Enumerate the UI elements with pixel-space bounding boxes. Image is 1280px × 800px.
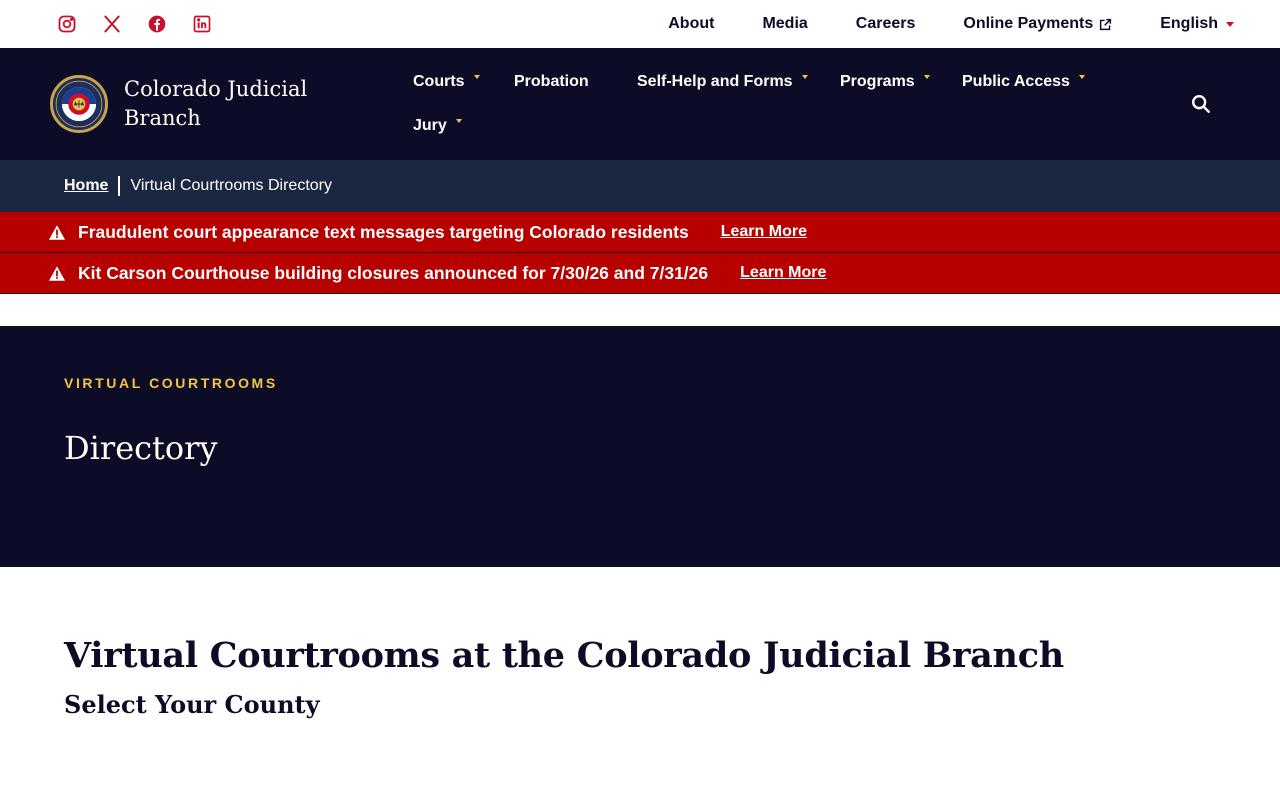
x-twitter-icon[interactable] [101,13,123,35]
social-links [56,13,236,35]
language-label: English [1160,15,1218,32]
hero-banner: VIRTUAL COURTROOMS Directory [0,326,1280,567]
online-payments-label: Online Payments [963,15,1094,32]
nav-label: Courts [413,73,465,90]
alert-message: Kit Carson Courthouse building closures … [78,262,709,283]
brand-name-line1: Colorado Judicial [124,77,308,101]
main-nav: Courts Probation Self-Help and Forms Pro… [413,48,1133,160]
nav-label: Programs [840,73,915,90]
alert-banner-closure: Kit Carson Courthouse building closures … [0,253,1280,294]
main-header: Colorado Judicial Branch Courts Probatio… [0,48,1280,160]
nav-label: Public Access [962,73,1070,90]
chevron-down-icon [473,75,480,79]
alert-learn-more-link[interactable]: Learn More [740,264,826,282]
alert-learn-more-link[interactable]: Learn More [721,223,807,241]
utility-bar: About Media Careers Online Payments Engl… [0,0,1280,48]
chevron-down-icon [923,75,930,79]
warning-icon [48,265,66,281]
language-selector[interactable]: English [1160,15,1234,33]
nav-item-self-help-and-forms[interactable]: Self-Help and Forms [637,70,840,114]
nav-item-probation[interactable]: Probation [514,70,637,114]
chevron-down-icon [1078,75,1085,79]
nav-label: Probation [514,73,589,90]
chevron-down-icon [1226,21,1234,27]
brand-name: Colorado Judicial Branch [124,75,344,133]
alert-message: Fraudulent court appearance text message… [78,221,689,242]
brand-logo-link[interactable]: Colorado Judicial Branch [0,48,413,160]
nav-item-courts[interactable]: Courts [413,70,514,114]
facebook-icon[interactable] [146,13,168,35]
hero-eyebrow: VIRTUAL COURTROOMS [64,375,278,391]
breadcrumb-current: Virtual Courtrooms Directory [130,177,332,194]
nav-item-public-access[interactable]: Public Access [962,70,1112,114]
careers-link[interactable]: Careers [856,15,916,33]
search-icon[interactable] [1190,93,1212,115]
main-content: Virtual Courtrooms at the Colorado Judic… [0,567,1280,719]
chevron-down-icon [801,75,808,79]
spacer [0,294,1280,326]
instagram-icon[interactable] [56,13,78,35]
breadcrumb: Home Virtual Courtrooms Directory [0,160,1280,212]
nav-label: Self-Help and Forms [637,73,793,90]
linkedin-icon[interactable] [191,13,213,35]
brand-name-line2: Branch [124,106,201,130]
page-title: Virtual Courtrooms at the Colorado Judic… [64,635,1064,676]
nav-label: Jury [413,117,447,134]
external-link-icon [1100,18,1112,30]
media-link[interactable]: Media [762,15,807,33]
breadcrumb-home-link[interactable]: Home [64,177,108,195]
about-link[interactable]: About [668,15,714,33]
online-payments-link[interactable]: Online Payments [963,15,1112,33]
utility-links: About Media Careers Online Payments Engl… [668,15,1234,33]
hero-title: Directory [64,429,218,467]
colorado-courts-seal-icon [50,75,108,133]
alert-banner-fraud: Fraudulent court appearance text message… [0,212,1280,253]
chevron-down-icon [455,119,462,123]
warning-icon [48,224,66,240]
breadcrumb-separator [118,176,121,196]
nav-item-jury[interactable]: Jury [413,114,514,158]
nav-item-programs[interactable]: Programs [840,70,962,114]
section-subtitle: Select Your County [64,690,320,719]
